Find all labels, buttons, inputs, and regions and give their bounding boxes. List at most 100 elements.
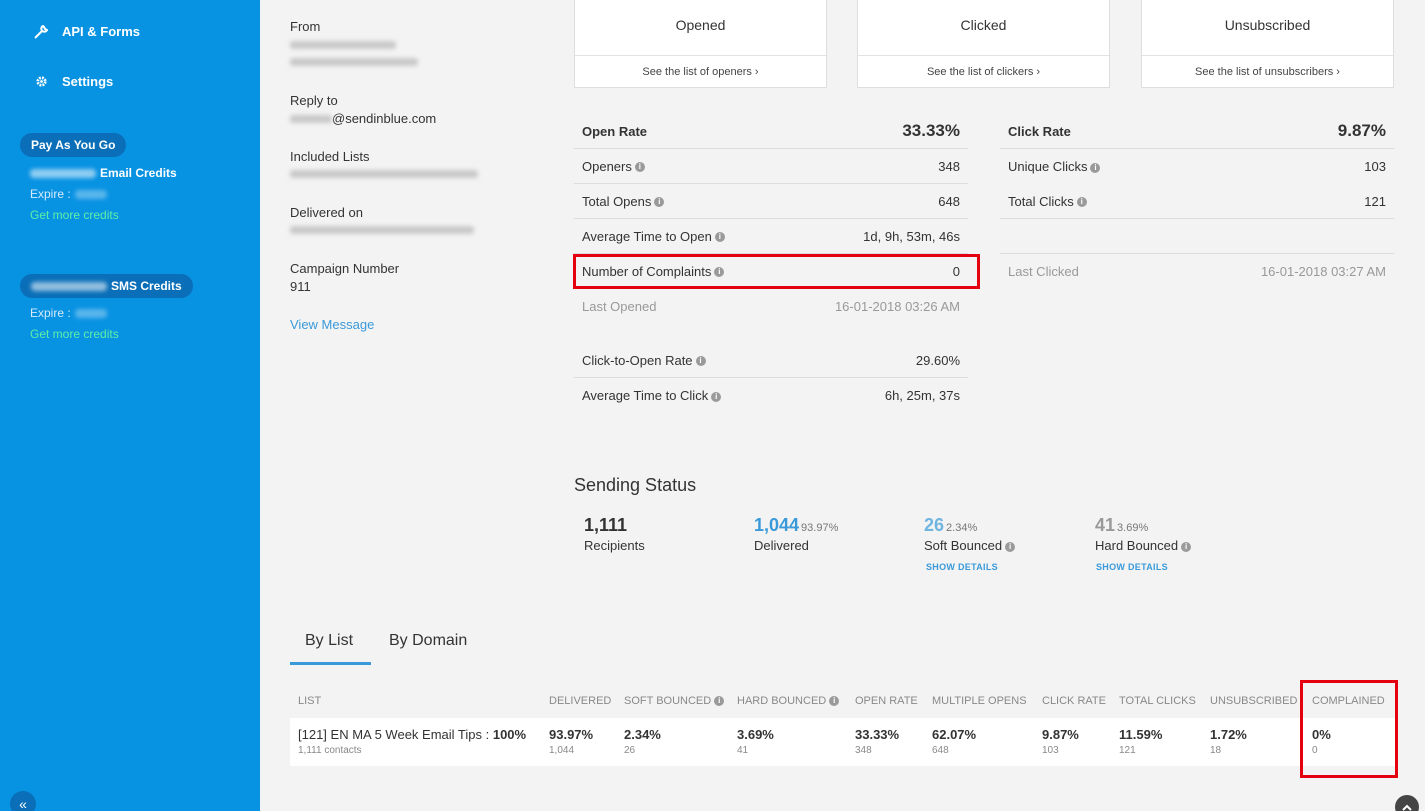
column-header-total-clicks: TOTAL CLICKS (1119, 695, 1196, 707)
sidebar-item-label: API & Forms (62, 24, 141, 39)
clickers-list-link[interactable]: See the list of clickers › (858, 55, 1109, 87)
tab-by-list[interactable]: By List (305, 632, 353, 650)
unsubscribed-cell: 1.72% (1210, 727, 1247, 742)
soft-bounced-stat: 26 2.34% Soft Bounced i SHOW DETAILS (924, 515, 1016, 572)
card-label: Opened (675, 17, 726, 33)
email-credits: Email Credits (30, 166, 177, 180)
hard-bounced-cell: 3.69% (737, 727, 774, 742)
redacted-value (290, 114, 332, 123)
openers-list-link[interactable]: See the list of openers › (575, 55, 826, 87)
view-message-link[interactable]: View Message (290, 317, 374, 332)
last-opened-row: Last Opened 16-01-2018 03:26 AM (582, 299, 960, 314)
redacted-value (290, 58, 418, 66)
total-clicks-cell: 11.59% (1119, 727, 1163, 742)
email-expire: Expire : (30, 187, 107, 201)
unsubscribers-list-link[interactable]: See the list of unsubscribers › (1142, 55, 1393, 87)
redacted-value (290, 226, 474, 234)
delivered-cell: 93.97% (549, 727, 594, 742)
column-header-open-rate: OPEN RATE (855, 695, 918, 707)
info-icon[interactable]: i (1181, 541, 1192, 552)
average-time-to-open-row: Average Time to Open i 1d, 9h, 53m, 46s (574, 219, 968, 254)
column-header-hard-bounced: HARD BOUNCED i (737, 695, 840, 707)
total-opens-row: Total Opens i 648 (574, 184, 968, 219)
soft-bounced-show-details-link[interactable]: SHOW DETAILS (926, 562, 1015, 572)
openers-row: Openers i 348 (574, 149, 968, 184)
tab-by-domain[interactable]: By Domain (389, 632, 467, 650)
card-value (858, 0, 1109, 16)
click-rate-count: 103 (1042, 745, 1059, 756)
sidebar-item-label: Settings (62, 74, 114, 89)
hard-bounced-count: 41 (737, 745, 749, 756)
get-more-email-credits-link[interactable]: Get more credits (30, 208, 119, 222)
opened-card: Opened See the list of openers › (574, 0, 827, 88)
click-rate-row: Click Rate 9.87% (1000, 114, 1394, 149)
collapse-sidebar-button[interactable]: « (10, 791, 36, 811)
info-icon[interactable]: i (1076, 197, 1087, 208)
redacted-value (290, 41, 396, 49)
hard-bounced-stat: 41 3.69% Hard Bounced i SHOW DETAILS (1095, 515, 1192, 572)
list-contacts: 1,111 contacts (298, 745, 362, 756)
clicked-card: Clicked See the list of clickers › (857, 0, 1110, 88)
wrench-icon (34, 24, 48, 39)
column-header-list: LIST (298, 695, 322, 707)
chevron-up-icon (1402, 804, 1412, 811)
scroll-to-top-button[interactable] (1395, 795, 1419, 811)
soft-bounced-count: 26 (624, 745, 636, 756)
sidebar: API & Forms Settings Pay As You Go Email… (0, 0, 260, 811)
open-rate-count: 348 (855, 745, 872, 756)
reply-to-label: Reply to (290, 93, 338, 108)
unique-clicks-row: Unique Clicks i 103 (1008, 159, 1386, 174)
complained-highlight (1300, 680, 1398, 778)
sidebar-item-settings[interactable]: Settings (34, 74, 113, 89)
column-header-unsubscribed: UNSUBSCRIBED (1210, 695, 1298, 707)
info-icon[interactable]: i (1090, 162, 1101, 173)
active-tab-indicator (290, 662, 371, 665)
plan-badge: Pay As You Go (20, 133, 127, 157)
info-icon[interactable]: i (654, 197, 665, 208)
info-icon[interactable]: i (695, 356, 706, 367)
from-label: From (290, 19, 321, 34)
open-rate-cell: 33.33% (855, 727, 900, 742)
multiple-opens-cell: 62.07% (932, 727, 977, 742)
campaign-number-value: 911 (290, 279, 311, 294)
list-name-cell[interactable]: [121] EN MA 5 Week Email Tips : 100% (298, 727, 526, 742)
card-label: Unsubscribed (1224, 17, 1311, 33)
sending-status-title: Sending Status (574, 475, 697, 495)
spacer-row (1000, 219, 1394, 254)
total-clicks-row: Total Clicks i 121 (1000, 184, 1394, 219)
complaints-highlight (573, 254, 980, 289)
included-lists-label: Included Lists (290, 149, 370, 164)
info-icon[interactable]: i (829, 696, 840, 707)
redacted-value (290, 170, 478, 178)
hard-bounced-show-details-link[interactable]: SHOW DETAILS (1096, 562, 1191, 572)
card-value (575, 0, 826, 16)
open-rate-row: Open Rate 33.33% (574, 114, 968, 149)
delivered-count: 1,044 (549, 745, 575, 756)
click-rate-cell: 9.87% (1042, 727, 1079, 742)
redacted-value (74, 308, 107, 318)
info-icon[interactable]: i (711, 391, 722, 402)
info-icon[interactable]: i (714, 696, 725, 707)
redacted-value (74, 189, 107, 199)
card-label: Clicked (960, 17, 1007, 33)
gear-icon (34, 75, 48, 89)
column-header-delivered: DELIVERED (549, 695, 612, 707)
reply-to-value: @sendinblue.com (290, 111, 436, 126)
sms-credits-badge: SMS Credits (20, 274, 193, 298)
sidebar-item-api-forms[interactable]: API & Forms (34, 24, 140, 39)
unsubscribed-count: 18 (1210, 745, 1222, 756)
total-clicks-count: 121 (1119, 745, 1136, 756)
info-icon[interactable]: i (634, 162, 645, 173)
soft-bounced-cell: 2.34% (624, 727, 661, 742)
average-time-to-click-row: Average Time to Click i 6h, 25m, 37s (582, 388, 960, 403)
column-header-multiple-opens: MULTIPLE OPENS (932, 695, 1027, 707)
info-icon[interactable]: i (1005, 541, 1016, 552)
redacted-value (31, 281, 107, 291)
campaign-number-label: Campaign Number (290, 261, 400, 276)
get-more-sms-credits-link[interactable]: Get more credits (30, 327, 119, 341)
sms-expire: Expire : (30, 306, 107, 320)
column-header-soft-bounced: SOFT BOUNCED i (624, 695, 725, 707)
last-clicked-row: Last Clicked 16-01-2018 03:27 AM (1008, 264, 1386, 279)
delivered-stat: 1,044 93.97% Delivered (754, 515, 839, 553)
info-icon[interactable]: i (714, 232, 725, 243)
